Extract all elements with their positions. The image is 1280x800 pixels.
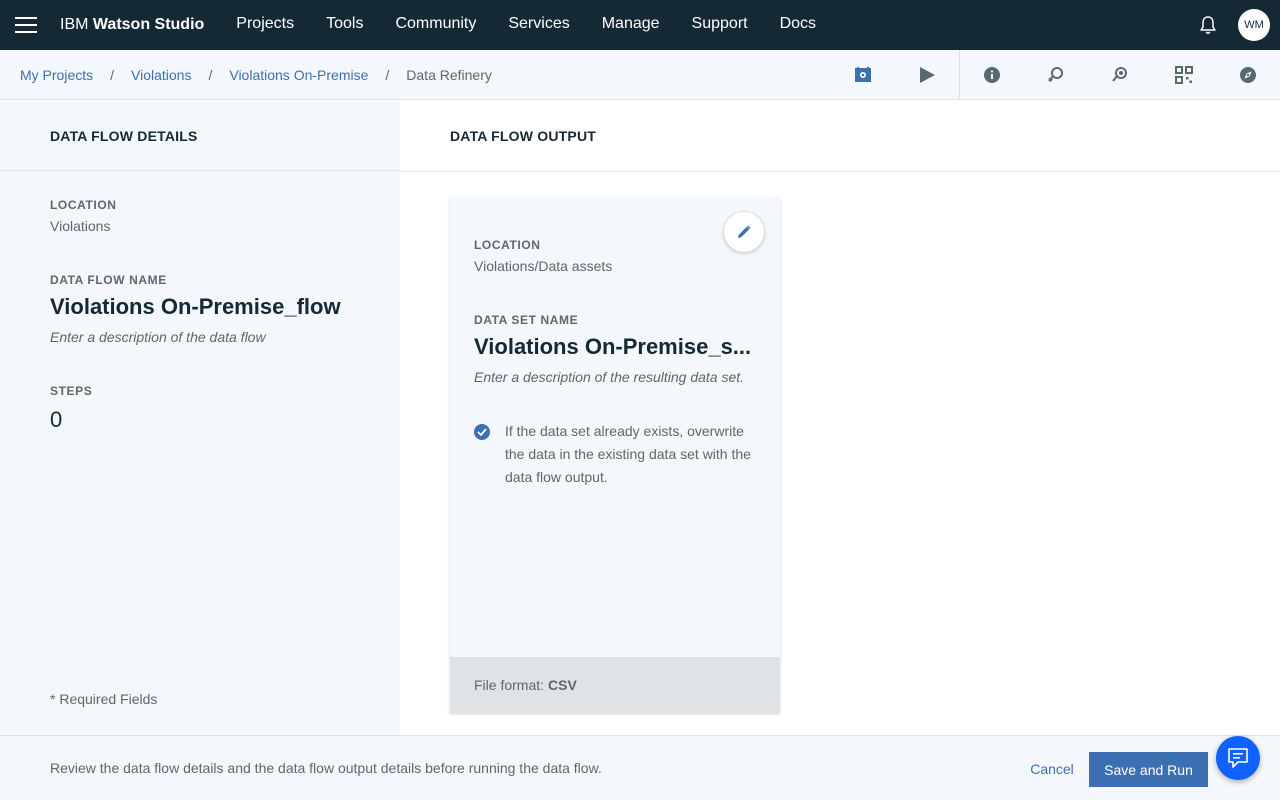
redo-history-icon[interactable] bbox=[1088, 50, 1152, 100]
brand-name: Watson Studio bbox=[92, 16, 205, 33]
menu-icon[interactable] bbox=[0, 0, 52, 50]
action-bar: Review the data flow details and the dat… bbox=[0, 735, 1280, 800]
toolbar bbox=[831, 50, 1280, 100]
nav-tools[interactable]: Tools bbox=[310, 0, 379, 50]
edit-output-button[interactable] bbox=[724, 212, 764, 252]
breadcrumb-bar: My Projects / Violations / Violations On… bbox=[0, 50, 1280, 100]
output-location-label: LOCATION bbox=[474, 238, 541, 252]
info-icon[interactable] bbox=[960, 50, 1024, 100]
overwrite-label: If the data set already exists, overwrit… bbox=[505, 423, 751, 485]
main-nav: Projects Tools Community Services Manage… bbox=[220, 0, 832, 50]
breadcrumb-separator: / bbox=[208, 66, 213, 83]
schedule-icon[interactable] bbox=[831, 50, 895, 100]
notification-bell-icon[interactable] bbox=[1188, 0, 1228, 50]
data-flow-name-label: DATA FLOW NAME bbox=[50, 273, 167, 287]
file-format-footer: File format: CSV bbox=[450, 657, 780, 713]
nav-projects[interactable]: Projects bbox=[220, 0, 310, 50]
data-set-description: Enter a description of the resulting dat… bbox=[474, 369, 745, 385]
data-set-name: Violations On-Premise_s... bbox=[474, 334, 752, 359]
data-flow-output-header-bar: DATA FLOW OUTPUT bbox=[400, 101, 1280, 172]
data-flow-name[interactable]: Violations On-Premise_flow bbox=[50, 294, 341, 320]
breadcrumb-my-projects[interactable]: My Projects bbox=[20, 67, 93, 83]
breadcrumb-violations[interactable]: Violations bbox=[131, 67, 191, 83]
pencil-icon bbox=[738, 225, 751, 238]
breadcrumb-separator: / bbox=[110, 66, 115, 83]
file-format-value: CSV bbox=[548, 677, 577, 693]
review-message: Review the data flow details and the dat… bbox=[50, 760, 602, 776]
steps-label: STEPS bbox=[50, 384, 93, 398]
nav-manage[interactable]: Manage bbox=[586, 0, 676, 50]
chat-button[interactable] bbox=[1216, 736, 1260, 780]
breadcrumb-separator: / bbox=[385, 66, 390, 83]
app-brand[interactable]: IBM Watson Studio bbox=[60, 16, 204, 34]
top-navigation-bar: IBM Watson Studio Projects Tools Communi… bbox=[0, 0, 1280, 50]
data-flow-description[interactable]: Enter a description of the data flow bbox=[50, 329, 266, 345]
output-card: LOCATION Violations/Data assets DATA SET… bbox=[450, 197, 780, 713]
nav-services[interactable]: Services bbox=[492, 0, 585, 50]
location-value: Violations bbox=[50, 218, 111, 234]
nav-community[interactable]: Community bbox=[379, 0, 492, 50]
breadcrumb-current: Data Refinery bbox=[406, 66, 492, 83]
required-fields-note: * Required Fields bbox=[50, 691, 158, 707]
chat-icon bbox=[1228, 748, 1248, 768]
file-format-label: File format: bbox=[474, 677, 545, 693]
compass-icon[interactable] bbox=[1216, 50, 1280, 100]
data-set-name-label: DATA SET NAME bbox=[474, 313, 579, 327]
brand-prefix: IBM bbox=[60, 16, 89, 33]
breadcrumb: My Projects / Violations / Violations On… bbox=[0, 67, 492, 83]
data-flow-details-header: DATA FLOW DETAILS bbox=[0, 101, 400, 171]
qr-grid-icon[interactable] bbox=[1152, 50, 1216, 100]
checkmark-icon bbox=[477, 428, 487, 436]
output-location-value: Violations/Data assets bbox=[474, 258, 613, 274]
topbar-actions: WM bbox=[1188, 0, 1270, 50]
nav-docs[interactable]: Docs bbox=[764, 0, 832, 50]
nav-support[interactable]: Support bbox=[676, 0, 764, 50]
cancel-button[interactable]: Cancel bbox=[1018, 752, 1086, 786]
breadcrumb-violations-on-premise[interactable]: Violations On-Premise bbox=[229, 67, 368, 83]
data-flow-details-panel: DATA FLOW DETAILS LOCATION Violations DA… bbox=[0, 101, 400, 735]
save-and-run-button[interactable]: Save and Run bbox=[1089, 752, 1208, 787]
data-flow-output-header: DATA FLOW OUTPUT bbox=[450, 128, 597, 144]
run-icon[interactable] bbox=[895, 50, 959, 100]
overwrite-checkbox[interactable] bbox=[474, 424, 490, 440]
location-label: LOCATION bbox=[50, 198, 117, 212]
steps-value: 0 bbox=[50, 407, 63, 432]
undo-history-icon[interactable] bbox=[1024, 50, 1088, 100]
avatar[interactable]: WM bbox=[1238, 9, 1270, 41]
